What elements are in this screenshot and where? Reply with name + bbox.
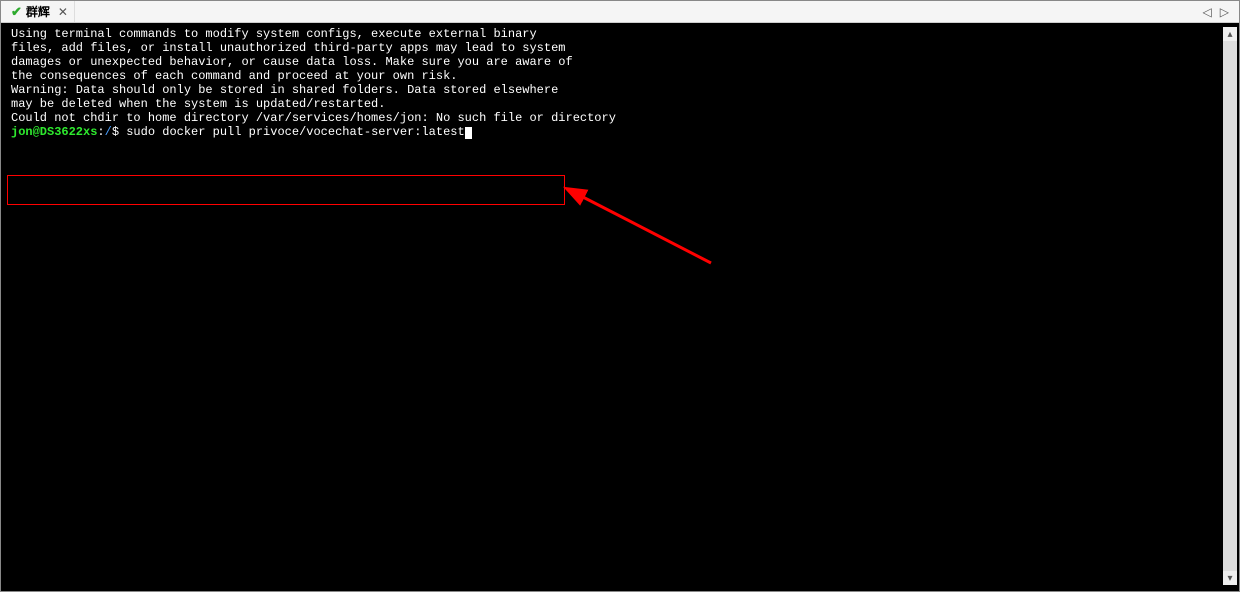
tab-title: 群辉 <box>26 3 50 20</box>
next-tab-icon[interactable]: ▷ <box>1220 5 1229 19</box>
scroll-down-icon[interactable]: ▾ <box>1223 571 1237 585</box>
terminal-line: files, add files, or install unauthorize… <box>11 41 1221 55</box>
prev-tab-icon[interactable]: ◁ <box>1203 5 1212 19</box>
tab-list: ✔ 群辉 ✕ <box>5 1 75 22</box>
terminal-line: may be deleted when the system is update… <box>11 97 1221 111</box>
terminal-command-text: sudo docker pull privoce/vocechat-server… <box>126 125 464 139</box>
app-window: ✔ 群辉 ✕ ◁ ▷ Using terminal commands to mo… <box>0 0 1240 592</box>
tab-nav: ◁ ▷ <box>1203 5 1235 19</box>
terminal-line: damages or unexpected behavior, or cause… <box>11 55 1221 69</box>
close-icon[interactable]: ✕ <box>58 5 68 19</box>
terminal-area: Using terminal commands to modify system… <box>1 23 1239 591</box>
prompt-symbol: $ <box>112 125 119 139</box>
prompt-path: / <box>105 125 112 139</box>
terminal-line: Using terminal commands to modify system… <box>11 27 1221 41</box>
terminal-line: the consequences of each command and pro… <box>11 69 1221 83</box>
prompt-userhost: jon@DS3622xs <box>11 125 97 139</box>
check-icon: ✔ <box>11 4 22 20</box>
terminal[interactable]: Using terminal commands to modify system… <box>11 27 1221 585</box>
scroll-track[interactable] <box>1223 41 1237 571</box>
tab-bar: ✔ 群辉 ✕ ◁ ▷ <box>1 1 1239 23</box>
prompt-sep: : <box>97 125 104 139</box>
scrollbar[interactable]: ▴ ▾ <box>1223 27 1237 585</box>
terminal-line: Warning: Data should only be stored in s… <box>11 83 1221 97</box>
scroll-up-icon[interactable]: ▴ <box>1223 27 1237 41</box>
tab-active[interactable]: ✔ 群辉 ✕ <box>5 1 75 22</box>
terminal-line: Could not chdir to home directory /var/s… <box>11 111 1221 125</box>
cursor-icon <box>465 127 472 139</box>
